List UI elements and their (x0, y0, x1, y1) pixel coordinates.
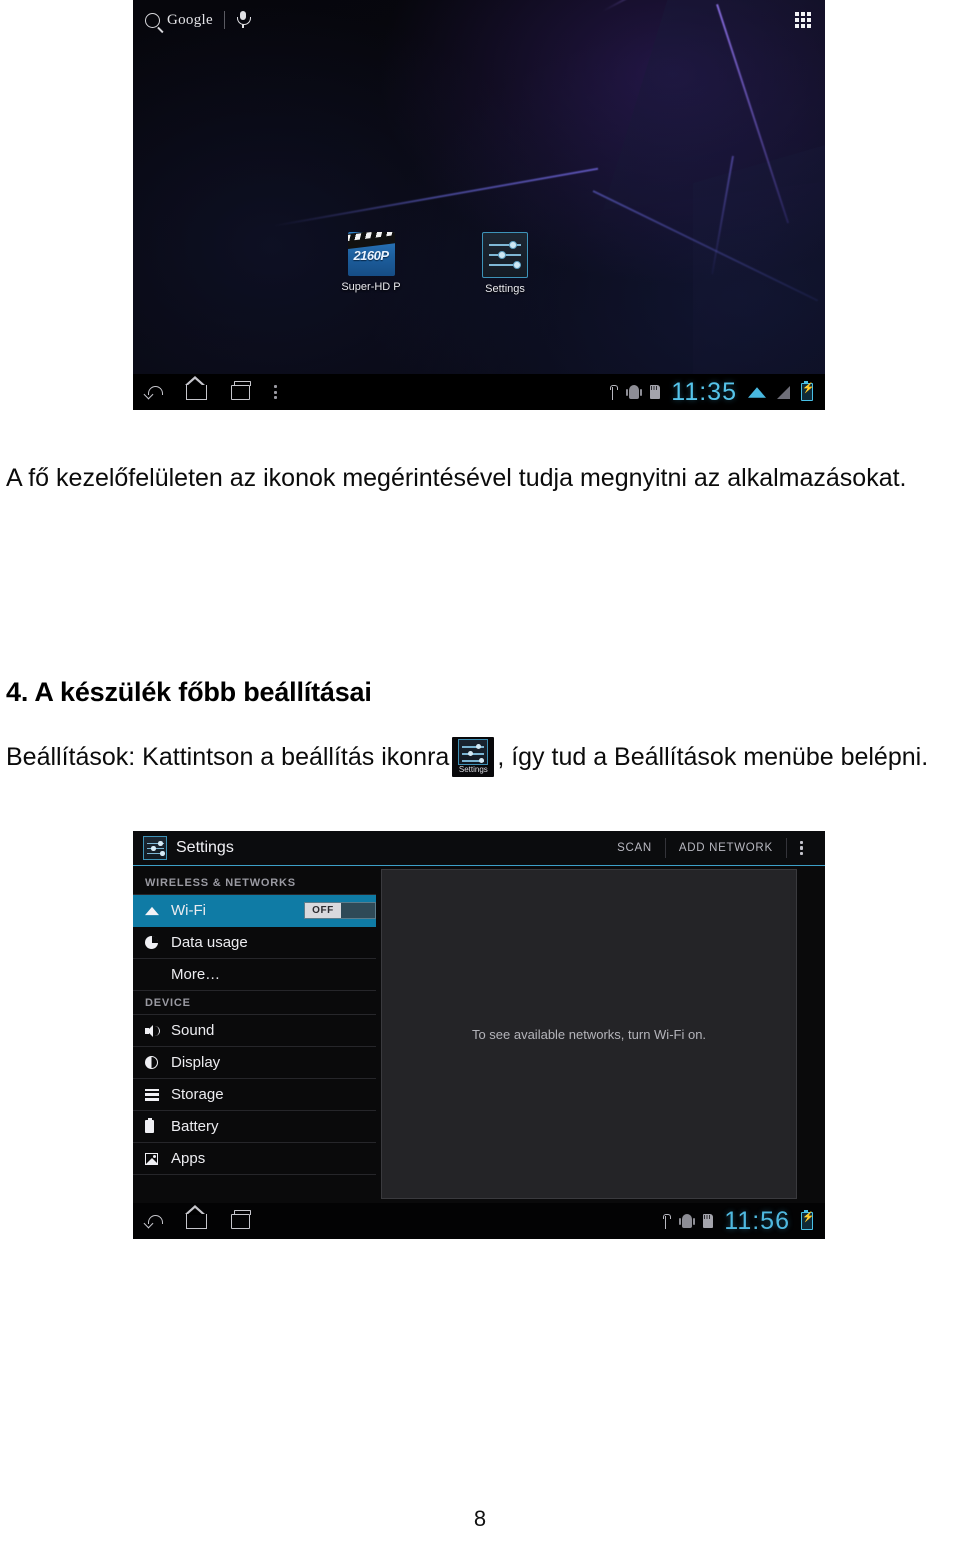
signal-icon (777, 385, 790, 399)
usb-icon (607, 384, 618, 400)
settings-item-label: Wi-Fi (171, 902, 206, 919)
google-brand-label: Google (167, 11, 213, 28)
wifi-icon (748, 386, 766, 398)
settings-icon: Settings (452, 737, 495, 777)
home-top-bar: Google (133, 0, 825, 40)
overflow-menu-icon[interactable] (787, 840, 815, 856)
paragraph-home-screen-description: A fő kezelőfelületen az ikonok megérinté… (6, 464, 907, 492)
recent-apps-icon[interactable] (231, 380, 251, 400)
battery-icon (145, 1117, 167, 1133)
section-heading-device-settings: 4. A készülék főbb beállításai (6, 677, 372, 708)
settings-item-label: Storage (171, 1086, 224, 1103)
settings-action-bar: Settings SCAN ADD NETWORK (133, 831, 825, 866)
settings-item-label: Apps (171, 1150, 206, 1167)
settings-icon (143, 836, 167, 860)
storage-icon (145, 1088, 167, 1101)
recent-apps-icon[interactable] (231, 1209, 251, 1229)
video-player-badge: 2160P (353, 248, 389, 263)
settings-item-battery[interactable]: Battery (133, 1111, 376, 1143)
settings-group-header-wireless: WIRELESS & NETWORKS (133, 871, 376, 895)
paragraph-settings-text-after: , így tud a Beállítások menübe belépni. (497, 743, 929, 771)
settings-item-data-usage[interactable]: Data usage (133, 927, 376, 959)
display-icon (145, 1056, 167, 1069)
scan-button[interactable]: SCAN (604, 831, 665, 866)
usb-icon (660, 1213, 671, 1229)
sd-card-icon (650, 385, 661, 399)
home-icon[interactable] (185, 375, 207, 400)
battery-charging-icon (801, 380, 815, 401)
apps-icon (145, 1152, 167, 1165)
settings-icon (482, 232, 528, 278)
sd-card-icon (703, 1214, 714, 1228)
battery-charging-icon (801, 1209, 815, 1230)
apps-grid-icon[interactable] (795, 12, 811, 28)
back-icon[interactable] (145, 385, 163, 399)
settings-item-label: Display (171, 1054, 221, 1071)
settings-item-label: Data usage (171, 934, 248, 951)
system-navigation-bar: 11:35 (133, 374, 825, 410)
status-clock[interactable]: 11:35 (671, 379, 737, 405)
sound-icon (145, 1024, 167, 1037)
wifi-icon (145, 906, 167, 916)
paragraph-settings-description: Beállítások: Kattintson a beállítás ikon… (6, 737, 954, 777)
home-icon[interactable] (185, 1204, 207, 1229)
app-shortcut-settings[interactable]: Settings (457, 232, 553, 295)
settings-screen-screenshot: Settings SCAN ADD NETWORK WIRELESS & NET… (133, 831, 825, 1239)
paragraph-settings-text-before: Beállítások: Kattintson a beállítás ikon… (6, 743, 450, 771)
app-shortcut-super-hd-player[interactable]: 2160P Super-HD P (323, 232, 419, 295)
data-usage-icon (145, 936, 167, 949)
settings-item-wifi[interactable]: Wi-Fi OFF (133, 895, 376, 927)
video-player-icon: 2160P (347, 232, 395, 276)
settings-item-display[interactable]: Display (133, 1047, 376, 1079)
android-debug-icon (679, 1214, 696, 1228)
overflow-menu-icon[interactable] (274, 385, 277, 399)
inline-icon-label: Settings (458, 764, 488, 774)
wallpaper-line (272, 167, 599, 227)
settings-item-label: More… (171, 966, 221, 983)
wallpaper (133, 0, 825, 410)
wifi-toggle-state: OFF (312, 905, 334, 916)
settings-item-storage[interactable]: Storage (133, 1079, 376, 1111)
app-title: Settings (176, 839, 234, 856)
empty-state-message: To see available networks, turn Wi-Fi on… (471, 1026, 707, 1042)
add-network-button[interactable]: ADD NETWORK (666, 831, 786, 866)
app-shortcut-label: Super-HD P (341, 281, 401, 293)
settings-item-apps[interactable]: Apps (133, 1143, 376, 1175)
settings-item-more[interactable]: More… (133, 959, 376, 991)
settings-item-sound[interactable]: Sound (133, 1015, 376, 1047)
settings-group-header-device: DEVICE (133, 991, 376, 1015)
search-icon (145, 12, 160, 28)
google-search-widget[interactable]: Google (145, 12, 213, 29)
settings-category-list: WIRELESS & NETWORKS Wi-Fi OFF Data usage… (133, 866, 376, 1203)
app-shortcut-label: Settings (485, 283, 525, 295)
settings-item-label: Battery (171, 1118, 219, 1135)
divider (223, 11, 225, 29)
system-navigation-bar: 11:56 (133, 1203, 825, 1239)
status-clock[interactable]: 11:56 (724, 1208, 790, 1234)
settings-item-label: Sound (171, 1022, 215, 1039)
settings-content: WIRELESS & NETWORKS Wi-Fi OFF Data usage… (133, 866, 825, 1203)
home-app-icons: 2160P Super-HD P Settings (323, 232, 553, 295)
microphone-icon[interactable] (236, 11, 251, 29)
page-number: 8 (473, 1506, 487, 1531)
wifi-toggle[interactable]: OFF (304, 902, 376, 919)
back-icon[interactable] (145, 1214, 163, 1228)
settings-detail-panel: To see available networks, turn Wi-Fi on… (381, 869, 797, 1199)
home-screen-screenshot: Google 2160P Super-HD P Settings 11:35 ⚡ (133, 0, 825, 410)
android-debug-icon (626, 385, 643, 399)
